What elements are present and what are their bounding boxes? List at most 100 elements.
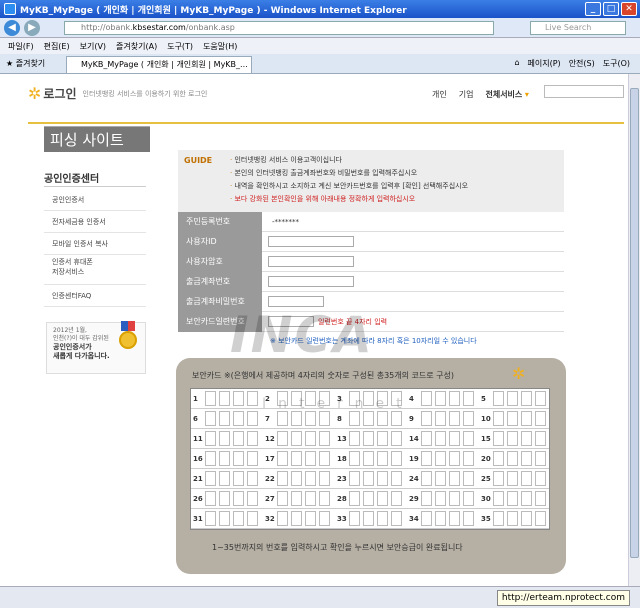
card-digit-input[interactable] <box>493 511 504 526</box>
card-digit-input[interactable] <box>319 431 330 446</box>
password-field[interactable] <box>268 256 354 267</box>
card-digit-input[interactable] <box>349 431 360 446</box>
card-digit-input[interactable] <box>377 451 388 466</box>
card-digit-input[interactable] <box>363 451 374 466</box>
card-digit-input[interactable] <box>291 411 302 426</box>
card-digit-input[interactable] <box>319 471 330 486</box>
card-digit-input[interactable] <box>435 451 446 466</box>
userid-field[interactable] <box>268 236 354 247</box>
scrollbar-thumb[interactable] <box>630 88 639 558</box>
card-digit-input[interactable] <box>305 431 316 446</box>
card-digit-input[interactable] <box>363 431 374 446</box>
card-digit-input[interactable] <box>449 491 460 506</box>
url-input[interactable]: http://obank.kbsestar.com/onbank.asp <box>64 21 494 35</box>
browser-tab[interactable]: MyKB_MyPage ( 개인화 | 개인회원 | MyKB_... <box>66 56 252 73</box>
sidebar-item-certificate[interactable]: 공인인증서 <box>44 189 146 211</box>
card-digit-input[interactable] <box>435 391 446 406</box>
card-digit-input[interactable] <box>247 431 258 446</box>
card-digit-input[interactable] <box>247 491 258 506</box>
card-digit-input[interactable] <box>233 451 244 466</box>
menu-edit[interactable]: 편집(E) <box>44 41 70 52</box>
card-digit-input[interactable] <box>291 511 302 526</box>
card-digit-input[interactable] <box>449 511 460 526</box>
nav-personal[interactable]: 개인 <box>432 89 447 100</box>
card-digit-input[interactable] <box>377 471 388 486</box>
forward-icon[interactable]: ▶ <box>24 19 40 36</box>
card-digit-input[interactable] <box>507 451 518 466</box>
card-digit-input[interactable] <box>463 511 474 526</box>
card-digit-input[interactable] <box>277 491 288 506</box>
card-digit-input[interactable] <box>205 451 216 466</box>
card-digit-input[interactable] <box>421 391 432 406</box>
card-digit-input[interactable] <box>349 491 360 506</box>
card-digit-input[interactable] <box>363 511 374 526</box>
card-digit-input[interactable] <box>233 471 244 486</box>
page-menu[interactable]: 페이지(P) <box>528 58 561 69</box>
card-digit-input[interactable] <box>205 391 216 406</box>
card-digit-input[interactable] <box>219 491 230 506</box>
card-digit-input[interactable] <box>305 451 316 466</box>
minimize-icon[interactable]: _ <box>585 2 601 16</box>
card-digit-input[interactable] <box>219 391 230 406</box>
card-digit-input[interactable] <box>377 511 388 526</box>
card-digit-input[interactable] <box>521 431 532 446</box>
card-digit-input[interactable] <box>463 431 474 446</box>
card-digit-input[interactable] <box>493 471 504 486</box>
card-digit-input[interactable] <box>493 431 504 446</box>
card-digit-input[interactable] <box>377 411 388 426</box>
card-digit-input[interactable] <box>507 471 518 486</box>
card-digit-input[interactable] <box>391 471 402 486</box>
card-digit-input[interactable] <box>247 471 258 486</box>
card-digit-input[interactable] <box>363 491 374 506</box>
card-digit-input[interactable] <box>205 511 216 526</box>
card-digit-input[interactable] <box>435 431 446 446</box>
sidebar-item-phone-storage[interactable]: 인증서 휴대폰 저장서비스 <box>44 255 146 285</box>
card-digit-input[interactable] <box>449 431 460 446</box>
card-digit-input[interactable] <box>535 451 546 466</box>
card-digit-input[interactable] <box>535 411 546 426</box>
card-digit-input[interactable] <box>291 471 302 486</box>
card-digit-input[interactable] <box>535 391 546 406</box>
sidebar-item-faq[interactable]: 인증센터FAQ <box>44 285 146 307</box>
card-digit-input[interactable] <box>305 471 316 486</box>
card-digit-input[interactable] <box>277 411 288 426</box>
close-icon[interactable]: ✕ <box>621 2 637 16</box>
card-digit-input[interactable] <box>247 391 258 406</box>
card-digit-input[interactable] <box>247 411 258 426</box>
card-digit-input[interactable] <box>449 471 460 486</box>
card-digit-input[interactable] <box>205 491 216 506</box>
card-digit-input[interactable] <box>521 411 532 426</box>
menu-file[interactable]: 파일(F) <box>8 41 34 52</box>
card-digit-input[interactable] <box>521 511 532 526</box>
card-digit-input[interactable] <box>291 431 302 446</box>
maximize-icon[interactable]: □ <box>603 2 619 16</box>
card-digit-input[interactable] <box>521 391 532 406</box>
card-digit-input[interactable] <box>507 391 518 406</box>
card-digit-input[interactable] <box>377 491 388 506</box>
card-digit-input[interactable] <box>507 411 518 426</box>
card-digit-input[interactable] <box>247 511 258 526</box>
favorites-button[interactable]: ★ 즐겨찾기 <box>6 58 45 69</box>
card-digit-input[interactable] <box>421 471 432 486</box>
card-digit-input[interactable] <box>463 411 474 426</box>
card-digit-input[interactable] <box>377 431 388 446</box>
scrollbar[interactable] <box>628 74 640 586</box>
card-digit-input[interactable] <box>493 411 504 426</box>
safety-menu[interactable]: 안전(S) <box>569 58 595 69</box>
card-digit-input[interactable] <box>219 451 230 466</box>
card-digit-input[interactable] <box>463 451 474 466</box>
card-digit-input[interactable] <box>219 511 230 526</box>
card-digit-input[interactable] <box>521 471 532 486</box>
card-digit-input[interactable] <box>535 471 546 486</box>
sidebar-item-tax-certificate[interactable]: 전자세금용 인증서 <box>44 211 146 233</box>
search-input[interactable]: Live Search <box>530 21 626 35</box>
card-digit-input[interactable] <box>305 491 316 506</box>
card-digit-input[interactable] <box>349 411 360 426</box>
card-digit-input[interactable] <box>291 491 302 506</box>
card-digit-input[interactable] <box>463 491 474 506</box>
card-digit-input[interactable] <box>449 411 460 426</box>
card-digit-input[interactable] <box>233 391 244 406</box>
menu-favorites[interactable]: 즐겨찾기(A) <box>116 41 157 52</box>
back-icon[interactable]: ◀ <box>4 19 20 36</box>
sidebar-item-mobile-copy[interactable]: 모바일 인증서 복사 <box>44 233 146 255</box>
